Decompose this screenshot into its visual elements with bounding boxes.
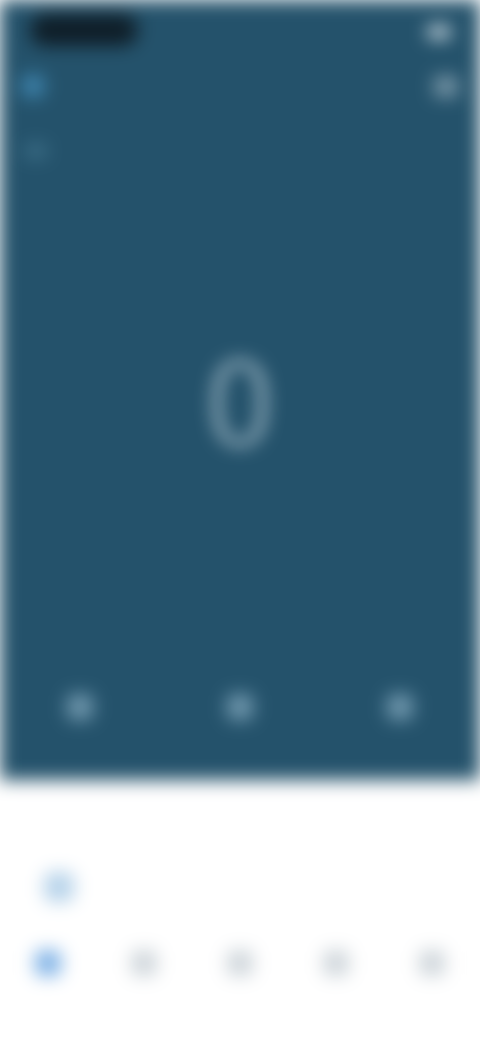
tab-bar: [24, 134, 454, 168]
status-pill: [30, 14, 138, 46]
nav-item-1-icon: [35, 950, 61, 976]
bottom-nav: [0, 932, 480, 1002]
quick-action-1[interactable]: [40, 694, 120, 728]
main-count: 0: [204, 341, 276, 471]
nav-item-5[interactable]: [392, 950, 472, 984]
quick-actions: [0, 694, 480, 728]
app-logo-icon: [22, 75, 44, 97]
quick-action-2-icon: [227, 694, 253, 720]
nav-item-2-icon: [131, 950, 157, 976]
tab-1[interactable]: [24, 143, 48, 159]
nav-item-3-icon: [227, 950, 253, 976]
nav-item-1[interactable]: [8, 950, 88, 984]
blurred-content: 0: [0, 0, 480, 1040]
app-screen: 0: [0, 0, 480, 1040]
status-icons: [420, 20, 450, 44]
quick-action-2[interactable]: [200, 694, 280, 728]
nav-item-4-icon: [323, 950, 349, 976]
bottom-panel: [0, 780, 480, 1040]
nav-item-5-icon: [419, 950, 445, 976]
tab-4[interactable]: [138, 143, 162, 159]
list-item-icon: [44, 872, 74, 902]
nav-item-4[interactable]: [296, 950, 376, 984]
top-panel: 0: [0, 0, 480, 780]
app-header: [22, 68, 458, 104]
menu-icon[interactable]: [434, 74, 458, 98]
quick-action-3-icon: [387, 694, 413, 720]
nav-item-3[interactable]: [200, 950, 280, 984]
tab-3[interactable]: [100, 143, 124, 159]
quick-action-1-icon: [67, 694, 93, 720]
tab-5[interactable]: [176, 143, 200, 159]
list-item[interactable]: [44, 872, 88, 902]
nav-item-2[interactable]: [104, 950, 184, 984]
quick-action-3[interactable]: [360, 694, 440, 728]
battery-icon: [428, 26, 450, 38]
tab-2[interactable]: [62, 143, 86, 159]
